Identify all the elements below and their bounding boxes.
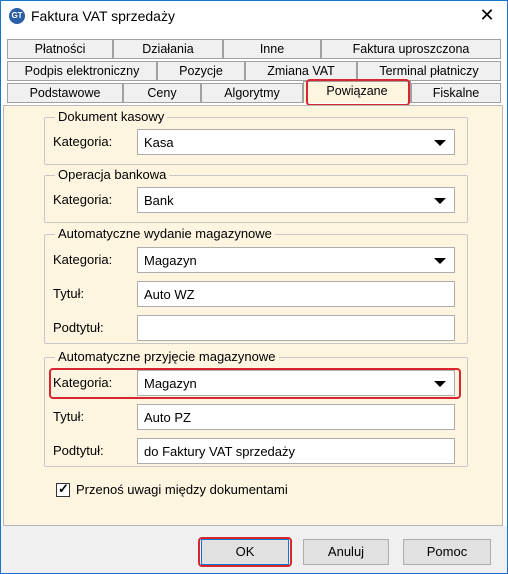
wz-category-select[interactable]: Magazyn	[137, 247, 455, 273]
cancel-button[interactable]: Anuluj	[303, 539, 389, 565]
title-bar: GT Faktura VAT sprzedaży ✕	[1, 1, 507, 31]
tab-terminal-platniczy[interactable]: Terminal płatniczy	[357, 61, 501, 81]
dialog-window: GT Faktura VAT sprzedaży ✕ Płatności Dzi…	[0, 0, 508, 574]
tab-zmiana-vat[interactable]: Zmiana VAT	[245, 61, 357, 81]
pz-subtitle-label: Podtytuł:	[53, 443, 104, 458]
group-cash-title: Dokument kasowy	[55, 109, 168, 124]
pz-category-select[interactable]: Magazyn	[137, 370, 455, 396]
tab-panel-powiazane: Dokument kasowy Kategoria: Kasa Operacja…	[3, 105, 503, 526]
chevron-down-icon	[434, 381, 446, 387]
group-bank-operation: Operacja bankowa Kategoria: Bank	[44, 167, 468, 223]
pz-title-input[interactable]	[137, 404, 455, 430]
pz-title-label: Tytuł:	[53, 409, 85, 424]
help-button[interactable]: Pomoc	[403, 539, 491, 565]
pz-category-label: Kategoria:	[53, 375, 113, 390]
tab-pozycje[interactable]: Pozycje	[157, 61, 245, 81]
tab-inne[interactable]: Inne	[223, 39, 321, 59]
tab-dzialania[interactable]: Działania	[113, 39, 223, 59]
tab-platnosci[interactable]: Płatności	[7, 39, 113, 59]
wz-category-label: Kategoria:	[53, 252, 113, 267]
app-logo-icon: GT	[9, 8, 25, 24]
window-title: Faktura VAT sprzedaży	[31, 8, 175, 24]
bank-category-select[interactable]: Bank	[137, 187, 455, 213]
tab-fiskalne[interactable]: Fiskalne	[411, 83, 501, 103]
group-bank-title: Operacja bankowa	[55, 167, 170, 182]
tab-ceny[interactable]: Ceny	[123, 83, 201, 103]
group-wz: Automatyczne wydanie magazynowe Kategori…	[44, 226, 468, 344]
chevron-down-icon	[434, 258, 446, 264]
cash-category-label: Kategoria:	[53, 134, 113, 149]
bank-category-label: Kategoria:	[53, 192, 113, 207]
tab-faktura-uproszczona[interactable]: Faktura uproszczona	[321, 39, 501, 59]
tab-podpis-elektroniczny[interactable]: Podpis elektroniczny	[7, 61, 157, 81]
transfer-notes-label: Przenoś uwagi między dokumentami	[76, 482, 288, 497]
group-pz-title: Automatyczne przyjęcie magazynowe	[55, 349, 279, 364]
group-cash-document: Dokument kasowy Kategoria: Kasa	[44, 109, 468, 165]
wz-subtitle-input[interactable]	[137, 315, 455, 341]
tab-powiazane[interactable]: Powiązane	[303, 81, 411, 103]
group-pz: Automatyczne przyjęcie magazynowe Katego…	[44, 349, 468, 467]
ok-button[interactable]: OK	[201, 539, 289, 565]
wz-title-label: Tytuł:	[53, 286, 85, 301]
checkmark-icon: ✓	[58, 481, 69, 496]
chevron-down-icon	[434, 198, 446, 204]
tab-podstawowe[interactable]: Podstawowe	[7, 83, 123, 103]
close-icon[interactable]: ✕	[477, 5, 497, 25]
group-wz-title: Automatyczne wydanie magazynowe	[55, 226, 275, 241]
tab-strip: Płatności Działania Inne Faktura uproszc…	[1, 33, 507, 107]
dialog-footer: OK Anuluj Pomoc	[1, 526, 507, 573]
wz-subtitle-label: Podtytuł:	[53, 320, 104, 335]
tab-algorytmy[interactable]: Algorytmy	[201, 83, 303, 103]
cash-category-select[interactable]: Kasa	[137, 129, 455, 155]
chevron-down-icon	[434, 140, 446, 146]
transfer-notes-checkbox[interactable]: ✓	[56, 481, 70, 497]
wz-title-input[interactable]	[137, 281, 455, 307]
pz-subtitle-input[interactable]	[137, 438, 455, 464]
